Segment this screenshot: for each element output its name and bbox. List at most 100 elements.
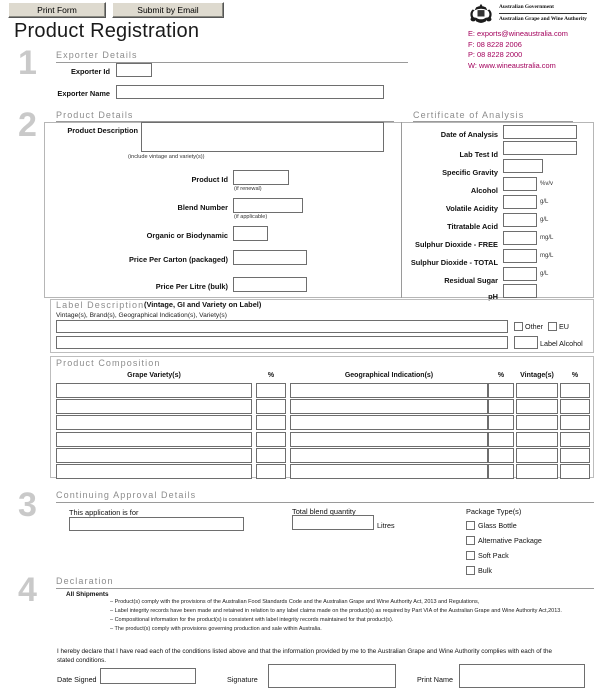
composition-cell-r3-c1[interactable]: [56, 415, 252, 431]
composition-cell-r6-c5[interactable]: [516, 464, 558, 479]
composition-cell-r4-c6[interactable]: [560, 431, 590, 447]
price-per-carton-input[interactable]: [233, 250, 307, 265]
composition-cell-r6-c3[interactable]: [290, 464, 488, 479]
exporter-id-input[interactable]: [116, 63, 152, 77]
volatile-acidity-input[interactable]: [503, 195, 537, 209]
composition-cell-r2-c5[interactable]: [516, 399, 558, 415]
contact-web[interactable]: W: www.wineaustralia.com: [468, 61, 568, 72]
product-id-label: Product Id: [191, 175, 228, 184]
glass-bottle-checkbox[interactable]: [466, 521, 475, 530]
composition-cell-r1-c4[interactable]: [488, 383, 514, 398]
soft-pack-checkbox[interactable]: [466, 551, 475, 560]
date-of-analysis-input[interactable]: [503, 125, 577, 139]
composition-cell-r6-c4[interactable]: [488, 464, 514, 479]
residual-sugar-input[interactable]: [503, 267, 537, 281]
print-form-button[interactable]: Print Form: [8, 2, 106, 18]
signature-input[interactable]: [268, 664, 396, 688]
application-is-for-input[interactable]: [69, 517, 244, 531]
composition-cell-r1-c2[interactable]: [256, 383, 286, 398]
lab-test-id-input[interactable]: [503, 141, 577, 155]
product-description-input[interactable]: [141, 122, 384, 152]
titratable-acid-unit: g/L: [540, 217, 549, 223]
product-id-hint: (if renewal): [234, 186, 262, 192]
section-4-number: 4: [18, 571, 37, 609]
print-name-input[interactable]: [459, 664, 585, 688]
ph-input[interactable]: [503, 284, 537, 298]
composition-cell-r5-c3[interactable]: [290, 447, 488, 463]
crest-line-1: Australian Government: [499, 2, 587, 14]
composition-cell-r6-c2[interactable]: [256, 464, 286, 479]
exporter-name-input[interactable]: [116, 85, 384, 99]
label-description-heading: Label Description: [56, 300, 145, 310]
label-description-line2-input[interactable]: [56, 336, 508, 349]
composition-cell-r3-c6[interactable]: [560, 415, 590, 431]
composition-cell-r3-c3[interactable]: [290, 415, 488, 431]
label-alcohol-input[interactable]: [514, 336, 538, 349]
titratable-acid-input[interactable]: [503, 213, 537, 227]
column-header-vintage: Vintage(s): [520, 372, 554, 379]
blend-number-label: Blend Number: [177, 203, 228, 212]
date-of-analysis-label: Date of Analysis: [440, 130, 498, 139]
organic-biodynamic-label: Organic or Biodynamic: [146, 231, 228, 240]
alcohol-input[interactable]: [503, 177, 537, 191]
eu-checkbox[interactable]: [548, 322, 557, 331]
other-checkbox[interactable]: [514, 322, 523, 331]
composition-cell-r5-c6[interactable]: [560, 447, 590, 463]
composition-cell-r5-c2[interactable]: [256, 447, 286, 463]
composition-cell-r2-c1[interactable]: [56, 399, 252, 415]
composition-cell-r3-c4[interactable]: [488, 415, 514, 431]
product-id-input[interactable]: [233, 170, 289, 185]
label-description-line1-input[interactable]: [56, 320, 508, 333]
alcohol-unit: %v/v: [540, 181, 554, 187]
composition-cell-r5-c1[interactable]: [56, 447, 252, 463]
section-1-heading: Exporter Details: [56, 50, 138, 60]
composition-cell-r6-c6[interactable]: [560, 464, 590, 479]
alternative-package-checkbox[interactable]: [466, 536, 475, 545]
price-per-litre-input[interactable]: [233, 277, 307, 292]
bulk-checkbox[interactable]: [466, 566, 475, 575]
composition-cell-r4-c5[interactable]: [516, 431, 558, 447]
declaration-bullet-4: – The product(s) comply with provisions …: [110, 625, 322, 632]
declaration-bullet-1: – Product(s) comply with the provisions …: [110, 599, 480, 605]
composition-cell-r4-c3[interactable]: [290, 431, 488, 447]
so2-free-input[interactable]: [503, 231, 537, 245]
section-4-rule: [56, 588, 594, 589]
product-registration-form: Print Form Submit by Email Product Regis…: [0, 0, 600, 700]
composition-cell-r4-c4[interactable]: [488, 431, 514, 447]
composition-cell-r2-c6[interactable]: [560, 399, 590, 415]
certificate-of-analysis-heading: Certificate of Analysis: [413, 110, 525, 120]
blend-number-input[interactable]: [233, 198, 303, 213]
composition-cell-r6-c1[interactable]: [56, 464, 252, 479]
contact-email[interactable]: E: exports@wineaustralia.com: [468, 29, 568, 40]
so2-total-input[interactable]: [503, 249, 537, 263]
composition-cell-r3-c5[interactable]: [516, 415, 558, 431]
price-per-carton-label: Price Per Carton (packaged): [129, 255, 228, 264]
signature-label: Signature: [227, 675, 258, 684]
exporter-id-label: Exporter Id: [70, 67, 110, 76]
composition-cell-r4-c1[interactable]: [56, 431, 252, 447]
composition-cell-r2-c3[interactable]: [290, 399, 488, 415]
date-signed-input[interactable]: [100, 668, 196, 684]
composition-cell-r3-c2[interactable]: [256, 415, 286, 431]
application-is-for-label: This application is for: [69, 508, 139, 517]
so2-free-label: Sulphur Dioxide - FREE: [415, 240, 498, 249]
crest-line-2: Australian Grape and Wine Authority: [499, 15, 587, 22]
composition-cell-r2-c4[interactable]: [488, 399, 514, 415]
organic-biodynamic-input[interactable]: [233, 226, 268, 241]
composition-cell-r5-c4[interactable]: [488, 447, 514, 463]
composition-cell-r1-c5[interactable]: [516, 383, 558, 398]
submit-by-email-button[interactable]: Submit by Email: [112, 2, 224, 18]
composition-cell-r2-c2[interactable]: [256, 399, 286, 415]
blend-number-hint: (if applicable): [234, 214, 268, 220]
residual-sugar-label: Residual Sugar: [444, 276, 498, 285]
column-header-percent-1: %: [267, 372, 275, 379]
composition-cell-r4-c2[interactable]: [256, 431, 286, 447]
total-blend-quantity-input[interactable]: [292, 515, 374, 530]
composition-cell-r5-c5[interactable]: [516, 447, 558, 463]
composition-cell-r1-c1[interactable]: [56, 383, 252, 398]
section-3-heading: Continuing Approval Details: [56, 490, 197, 500]
certificate-of-analysis-rule: [413, 121, 573, 122]
composition-cell-r1-c6[interactable]: [560, 383, 590, 398]
specific-gravity-input[interactable]: [503, 159, 543, 173]
composition-cell-r1-c3[interactable]: [290, 383, 488, 398]
